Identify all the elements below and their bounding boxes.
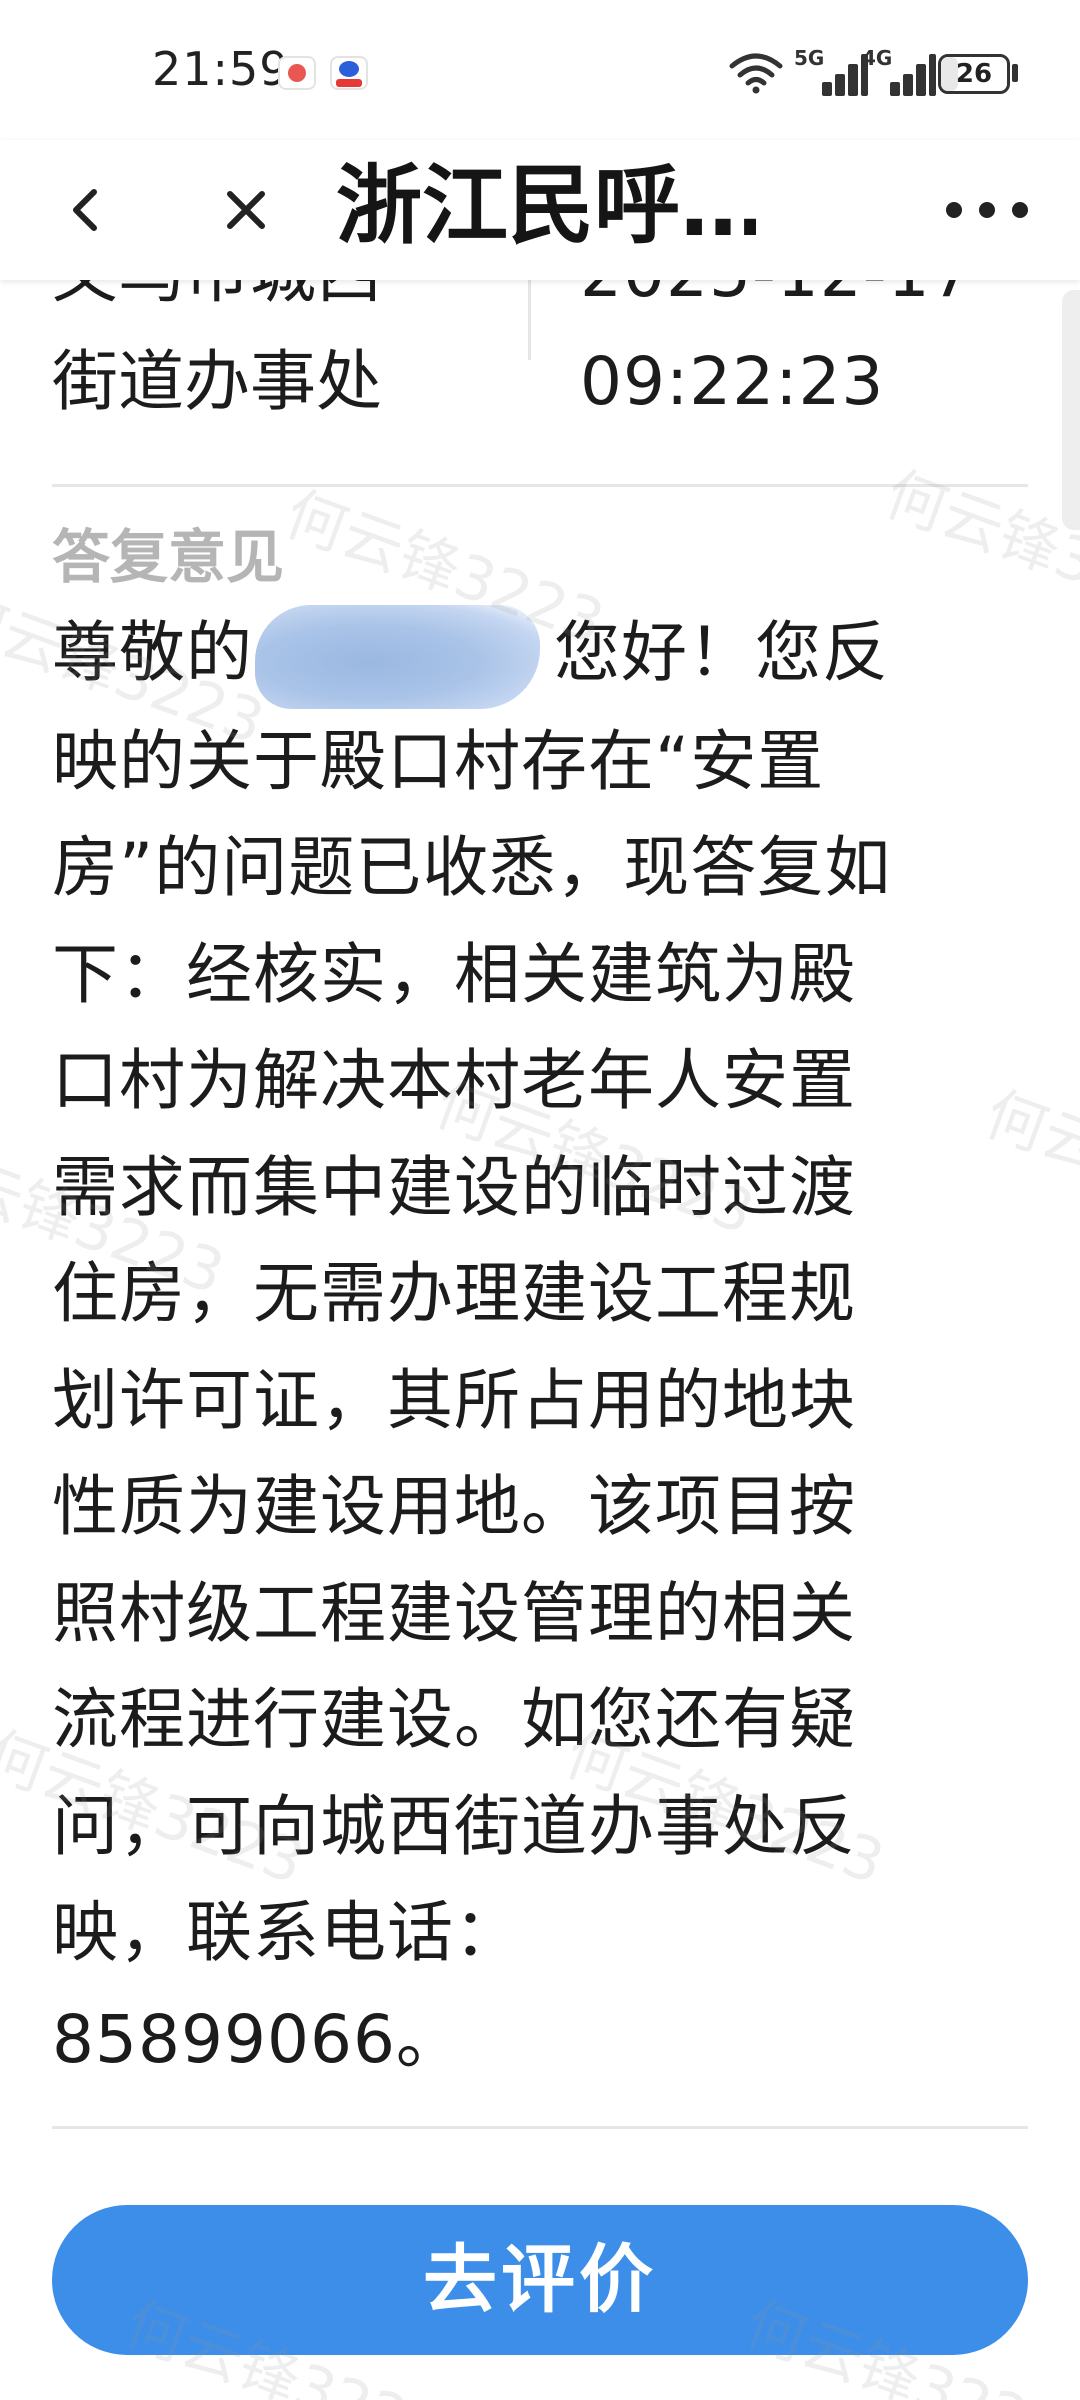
reply-content: 义乌市城西 街道办事处 2025-12-17 09:22:23 答复意见 尊敬的… — [0, 280, 1080, 2400]
reply-line: 住房，无需办理建设工程规 — [52, 1255, 856, 1333]
reply-line-greeting: 尊敬的 您好！您反 — [52, 600, 1028, 709]
handling-department: 义乌市城西 街道办事处 — [52, 280, 492, 436]
reply-line: 需求而集中建设的临时过渡 — [52, 1148, 856, 1226]
reply-line: 房”的问题已收悉，现答复如 — [52, 829, 892, 907]
reply-line: 下：经核实，相关建筑为殿 — [52, 935, 856, 1013]
battery-icon: 26 — [938, 54, 1010, 94]
more-icon[interactable] — [932, 180, 1042, 240]
baidu-notification-icon — [330, 56, 368, 90]
meta-divider — [528, 280, 531, 360]
reply-line-phone: 85899066。 — [52, 2000, 463, 2078]
status-bar: 21:59 5G 4G 26 — [0, 0, 1080, 140]
battery-percent: 26 — [955, 59, 993, 89]
close-icon[interactable] — [206, 170, 286, 250]
redacted-name — [255, 604, 540, 709]
reply-line: 问，可向城西街道办事处反 — [52, 1787, 856, 1865]
greeting-prefix: 尊敬的 — [52, 614, 253, 691]
reply-line: 性质为建设用地。该项目按 — [52, 1468, 856, 1546]
department-line-1: 义乌市城西 — [52, 280, 492, 328]
signal-5g-icon: 5G — [794, 46, 868, 96]
signal-4g-icon: 4G — [862, 46, 936, 96]
battery-cap — [1012, 64, 1018, 82]
handling-info-row: 义乌市城西 街道办事处 2025-12-17 09:22:23 — [0, 280, 1080, 450]
reply-line: 映的关于殿口村存在“安置 — [52, 722, 825, 800]
nav-bar: 浙江民呼… — [0, 140, 1080, 280]
department-line-2: 街道办事处 — [52, 343, 382, 420]
reply-line: 照村级工程建设管理的相关 — [52, 1574, 856, 1652]
section-divider — [52, 2126, 1028, 2129]
reply-line: 流程进行建设。如您还有疑 — [52, 1681, 856, 1759]
wifi-icon — [729, 53, 783, 94]
status-time: 21:59 — [152, 42, 290, 96]
page-title: 浙江民呼… — [336, 156, 756, 256]
reply-line: 口村为解决本村老年人安置 — [52, 1042, 856, 1120]
chevron-left-icon[interactable] — [58, 170, 122, 250]
reply-time: 09:22:23 — [580, 343, 885, 420]
section-divider — [52, 484, 1028, 487]
reply-date: 2025-12-17 — [580, 280, 1060, 328]
reply-section-label: 答复意见 — [52, 523, 285, 591]
reply-timestamp: 2025-12-17 09:22:23 — [580, 280, 1060, 436]
reply-line: 映，联系电话： — [52, 1894, 521, 1972]
reply-line: 划许可证，其所占用的地块 — [52, 1361, 856, 1439]
huawei-notification-icon — [278, 56, 316, 90]
side-panel-edge — [1062, 290, 1080, 530]
reply-text: 尊敬的 您好！您反 映的关于殿口村存在“安置 房”的问题已收悉，现答复如 下：经核… — [52, 600, 1028, 2093]
evaluate-button[interactable]: 去评价 — [52, 2205, 1028, 2355]
greeting-suffix: 您好！您反 — [554, 614, 889, 691]
